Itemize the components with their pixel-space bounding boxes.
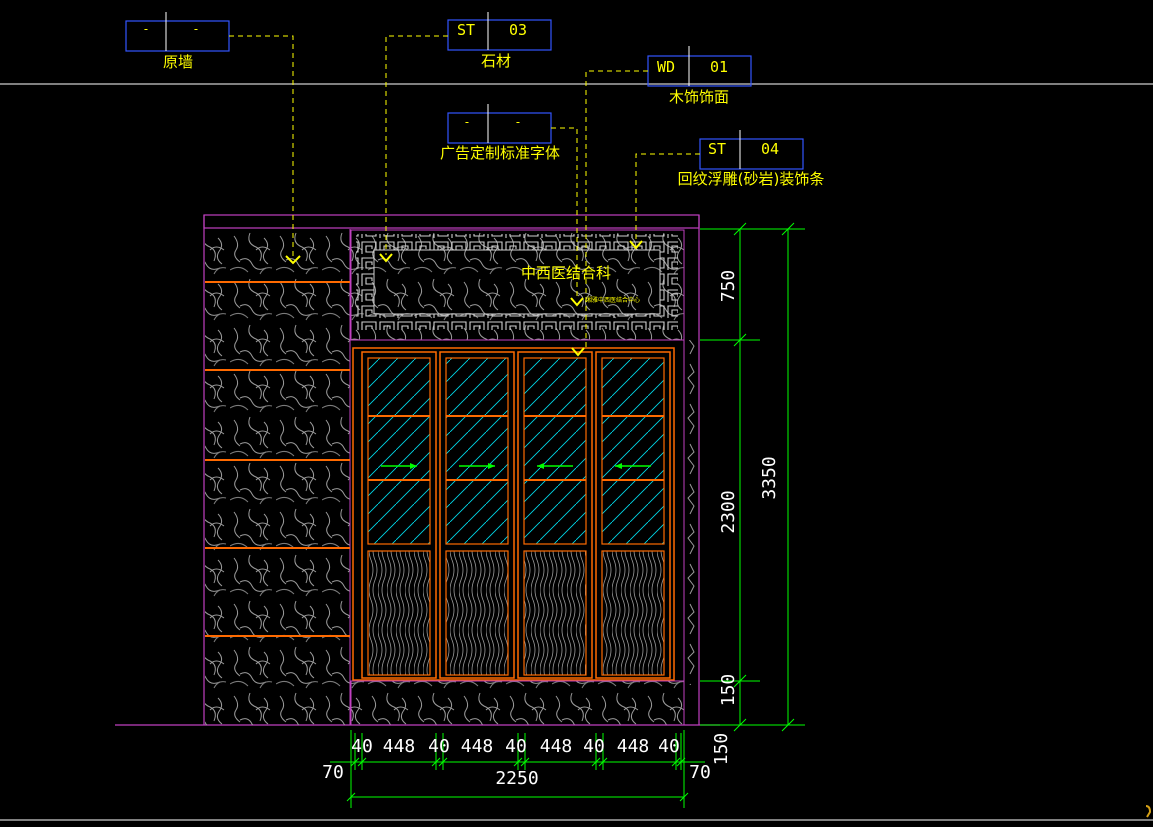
tag-code: - (463, 115, 470, 129)
tag-code: ST (708, 140, 726, 158)
right-stone-strip (684, 340, 699, 685)
cabinet-door (595, 351, 671, 679)
tag-st03-stone: ST 03 石材 (379, 12, 552, 263)
tag-code: - (142, 22, 149, 36)
cad-elevation-drawing: 中西医结合科 湘雅中西医结合中心 - - 原墙 ST 03 石材 WD 01 木… (0, 12, 1153, 821)
tag-code: ST (457, 21, 475, 39)
dim-segment-label: 40 (658, 736, 680, 757)
dim-segment-label: 40 (351, 736, 373, 757)
tag-label: 石材 (481, 52, 511, 70)
dim-segment-label: 40 (583, 736, 605, 757)
tag-number: 01 (710, 58, 728, 76)
meander-border-bottom (356, 314, 678, 330)
wood-panel (601, 550, 665, 676)
tag-label: 回纹浮雕(砂岩)装饰条 (678, 170, 825, 188)
dim-segment-label: 40 (505, 736, 527, 757)
vertical-dimensions (700, 222, 805, 732)
glass-panel (445, 357, 509, 545)
tag-label: 木饰饰面 (669, 88, 729, 106)
sign-small-text: 湘雅中西医结合中心 (586, 296, 640, 304)
tag-number: 04 (761, 140, 779, 158)
dim-vertical-base: 150 (718, 674, 739, 707)
cabinet-door (361, 351, 437, 679)
dim-overall-width: 2250 (495, 768, 538, 789)
dim-segment-label: 448 (540, 736, 573, 757)
corner-mark-icon (1145, 805, 1152, 818)
dim-segment-label: 448 (461, 736, 494, 757)
horizontal-dimensions: 70 70 2250 40 448 40 448 40 448 40 448 40 (322, 730, 711, 808)
wood-panel (445, 550, 509, 676)
meander-border-right (660, 250, 678, 314)
dim-vertical-cabinet: 2300 (718, 490, 739, 533)
tag-number: 03 (509, 21, 527, 39)
dim-side-left: 70 (322, 762, 344, 783)
wood-panel (523, 550, 587, 676)
tag-label: 原墙 (163, 53, 193, 71)
glass-panel (601, 357, 665, 545)
sign-main-text: 中西医结合科 (521, 264, 611, 282)
original-wall-panel (205, 229, 350, 725)
tag-original-wall: - - 原墙 (125, 12, 301, 265)
glass-panel (523, 357, 587, 545)
ceiling-band (203, 214, 700, 229)
tag-number: - (514, 115, 521, 129)
dim-vertical-total: 3350 (759, 456, 780, 499)
tag-code: WD (657, 58, 675, 76)
dim-segment-label: 448 (617, 736, 650, 757)
cabinet-doors (361, 351, 671, 679)
dim-vertical-sign: 750 (718, 270, 739, 303)
cabinet-door (439, 351, 515, 679)
tag-number: - (192, 22, 199, 36)
cabinet-plinth (350, 680, 685, 726)
dim-segment-label: 448 (383, 736, 416, 757)
tag-label: 广告定制标准字体 (440, 144, 560, 162)
dim-bottom-right: 150 (711, 733, 732, 766)
meander-border-left (356, 250, 374, 314)
wood-panel (367, 550, 431, 676)
dim-side-right: 70 (689, 762, 711, 783)
dim-segment-label: 40 (428, 736, 450, 757)
cabinet-door (517, 351, 593, 679)
glass-panel (367, 357, 431, 545)
